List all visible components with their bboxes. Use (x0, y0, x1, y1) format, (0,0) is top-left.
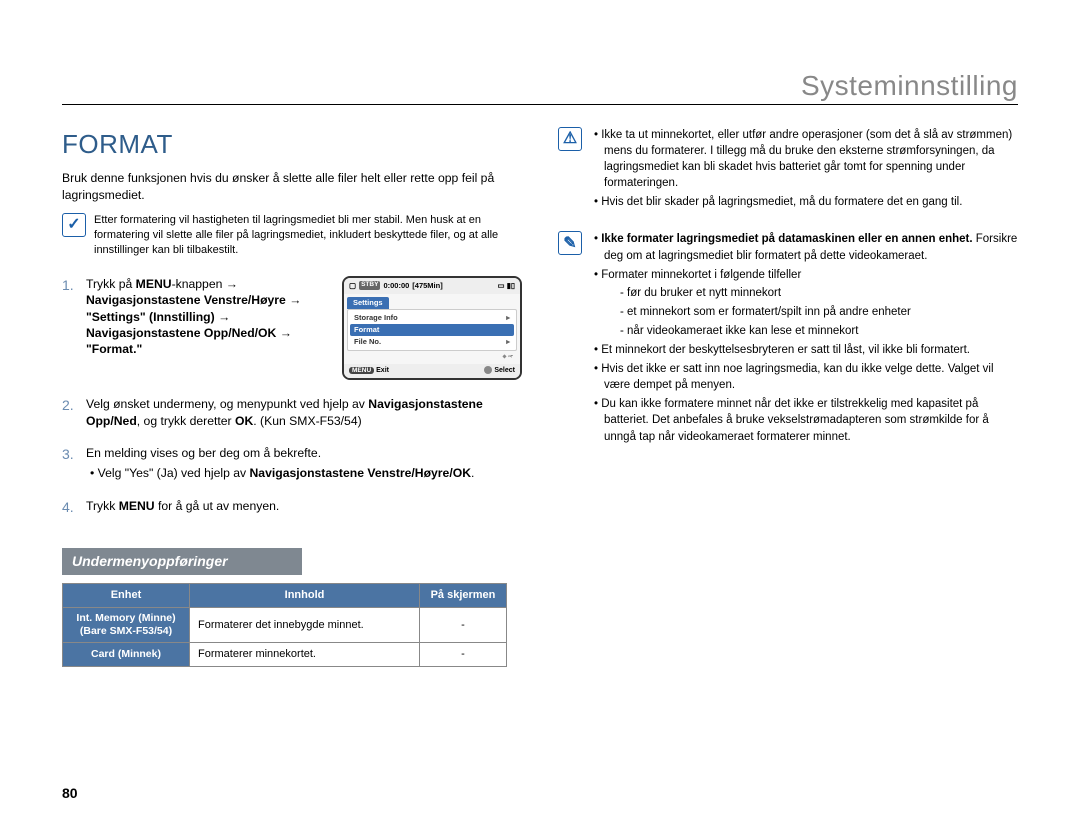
left-column: FORMAT Bruk denne funksjonen hvis du øns… (62, 127, 522, 667)
camera-screen-preview: ▢ STBY 0:00:00 [475Min] ▭ ▮▯ (342, 276, 522, 380)
step-4: Trykk MENU for å gå ut av menyen. (62, 498, 522, 514)
info-subitem: et minnekort som er formatert/spilt inn … (618, 304, 1018, 320)
note-icon: ✎ (558, 231, 582, 255)
submenu-table: Enhet Innhold På skjermen Int. Memory (M… (62, 583, 507, 667)
info-item: Formater minnekortet i følgende tilfelle… (592, 267, 1018, 339)
step-1: Trykk på MENU-knappen → Navigasjonstaste… (62, 276, 522, 380)
intro-text: Bruk denne funksjonen hvis du ønsker å s… (62, 170, 522, 203)
screen-item-fileno: File No. (350, 336, 514, 348)
info-subitem: før du bruker et nytt minnekort (618, 285, 1018, 301)
th-screen: På skjermen (420, 584, 507, 608)
card-icon: ▢ (349, 281, 356, 291)
info-item: Du kan ikke formatere minnet når det ikk… (592, 396, 1018, 444)
page-number: 80 (62, 785, 78, 801)
note-left-text: Etter formatering vil hastigheten til la… (94, 213, 522, 258)
warning-icon: ⚠ (558, 127, 582, 151)
screen-item-storage: Storage Info (350, 312, 514, 324)
step-2: Velg ønsket undermeny, og menypunkt ved … (62, 396, 522, 429)
page-header: Systeminnstilling (62, 70, 1018, 105)
warn-item: Ikke ta ut minnekortet, eller utfør andr… (592, 127, 1018, 191)
info-subitem: når videokameraet ikke kan lese et minne… (618, 323, 1018, 339)
right-column: ⚠ Ikke ta ut minnekortet, eller utfør an… (558, 127, 1018, 667)
battery-icon: ▮▯ (507, 281, 515, 290)
table-row: Card (Minnek) Formaterer minnekortet. - (63, 643, 507, 667)
stby-badge: STBY (359, 281, 380, 290)
submenu-heading: Undermenyoppføringer (62, 548, 302, 575)
section-title: FORMAT (62, 127, 522, 162)
info-item: Et minnekort der beskyttelsesbryteren er… (592, 342, 1018, 358)
warning-block: ⚠ Ikke ta ut minnekortet, eller utfør an… (558, 127, 1018, 213)
sd-icon: ▭ (498, 281, 505, 290)
info-item: Ikke formater lagringsmediet på datamask… (592, 231, 1018, 263)
info-block: ✎ Ikke formater lagringsmediet på datama… (558, 231, 1018, 447)
step-3: En melding vises og ber deg om å bekreft… (62, 445, 522, 482)
table-row: Int. Memory (Minne) (Bare SMX-F53/54) Fo… (63, 608, 507, 643)
screen-item-format: Format (350, 324, 514, 336)
warn-item: Hvis det blir skader på lagringsmediet, … (592, 194, 1018, 210)
th-content: Innhold (190, 584, 420, 608)
hand-icon: ⬥ ☞ (502, 353, 513, 361)
th-unit: Enhet (63, 584, 190, 608)
note-left: ✓ Etter formatering vil hastigheten til … (62, 213, 522, 258)
info-item: Hvis det ikke er satt inn noe lagringsme… (592, 361, 1018, 393)
screen-tab-settings: Settings (347, 297, 389, 309)
check-icon: ✓ (62, 213, 86, 237)
